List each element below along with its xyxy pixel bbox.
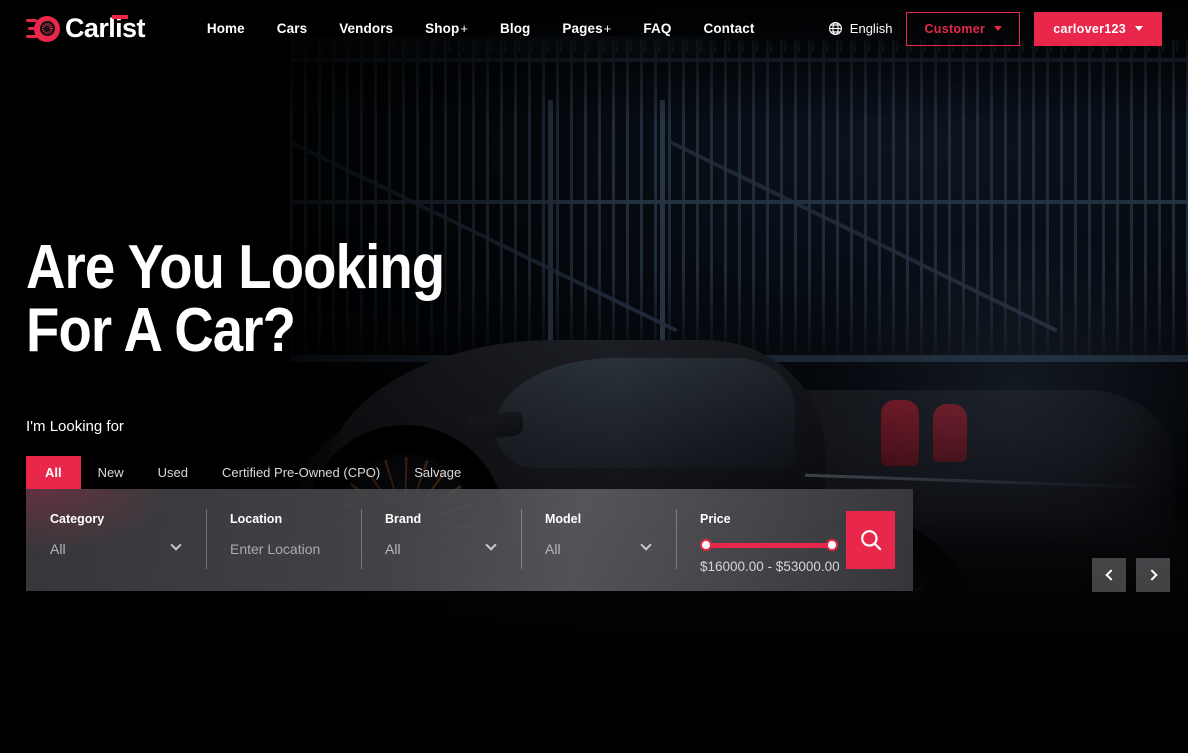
search-submit-button[interactable] bbox=[846, 511, 895, 569]
field-model: Model All bbox=[521, 489, 676, 591]
model-label: Model bbox=[545, 512, 582, 526]
user-account-button[interactable]: carlover123 bbox=[1034, 11, 1162, 46]
looking-for-label: I'm Looking for bbox=[26, 418, 124, 435]
tab-used[interactable]: Used bbox=[141, 456, 205, 489]
location-input[interactable]: Enter Location bbox=[230, 541, 361, 557]
brand-label: Brand bbox=[385, 512, 422, 526]
logo[interactable]: Carlist bbox=[26, 13, 145, 44]
user-account-label: carlover123 bbox=[1053, 21, 1126, 36]
nav-item-cars[interactable]: Cars bbox=[261, 21, 323, 36]
price-label: Price bbox=[700, 512, 731, 526]
field-price: Price $16000.00 - $53000.00 bbox=[676, 489, 846, 591]
site-header: Carlist Home Cars Vendors Shop+ Blog Pag… bbox=[0, 0, 1188, 57]
nav-item-home[interactable]: Home bbox=[191, 21, 261, 36]
location-label: Location bbox=[230, 512, 283, 526]
model-value[interactable]: All bbox=[545, 541, 676, 557]
search-icon bbox=[860, 530, 881, 551]
pages-expand-icon: + bbox=[603, 21, 612, 36]
caret-down-icon bbox=[1135, 26, 1143, 31]
price-slider-min-handle[interactable] bbox=[700, 539, 712, 551]
nav-item-vendors[interactable]: Vendors bbox=[323, 21, 409, 36]
logo-accent-bar bbox=[111, 15, 128, 19]
carousel-next-button[interactable] bbox=[1136, 558, 1170, 592]
page-stage: Carlist Home Cars Vendors Shop+ Blog Pag… bbox=[0, 0, 1188, 753]
field-brand: Brand All bbox=[361, 489, 521, 591]
customer-role-button[interactable]: Customer bbox=[906, 11, 1021, 46]
field-category: Category All bbox=[26, 489, 206, 591]
price-slider-max-handle[interactable] bbox=[826, 539, 838, 551]
search-panel: Category All Location Enter Location Bra… bbox=[26, 489, 913, 591]
nav-item-blog[interactable]: Blog bbox=[484, 21, 546, 36]
tab-all[interactable]: All bbox=[26, 456, 81, 489]
shop-expand-icon: + bbox=[460, 21, 469, 36]
tire-speed-icon bbox=[26, 15, 60, 43]
category-label: Category bbox=[50, 512, 105, 526]
hero-title: Are You Looking For A Car? bbox=[26, 233, 445, 366]
brand-value[interactable]: All bbox=[385, 541, 521, 557]
customer-role-label: Customer bbox=[924, 21, 986, 36]
field-location: Location Enter Location bbox=[206, 489, 361, 591]
hero-background-image bbox=[0, 0, 1188, 753]
nav-item-contact[interactable]: Contact bbox=[687, 21, 770, 36]
header-actions: English Customer carlover123 bbox=[828, 11, 1162, 46]
tab-salvage[interactable]: Salvage bbox=[397, 456, 478, 489]
nav-item-pages[interactable]: Pages+ bbox=[546, 21, 627, 36]
price-range-slider[interactable] bbox=[700, 539, 838, 551]
hero-carousel-nav bbox=[1092, 558, 1170, 592]
tab-certified-pre-owned[interactable]: Certified Pre-Owned (CPO) bbox=[205, 456, 397, 489]
language-switcher[interactable]: English bbox=[828, 21, 893, 36]
hero-content: Are You Looking For A Car? bbox=[26, 233, 546, 366]
nav-item-faq[interactable]: FAQ bbox=[627, 21, 687, 36]
carousel-prev-button[interactable] bbox=[1092, 558, 1126, 592]
logo-text: Carlist bbox=[65, 13, 145, 43]
chevron-left-icon bbox=[1104, 569, 1117, 581]
globe-icon bbox=[828, 22, 842, 35]
caret-down-icon bbox=[994, 26, 1003, 31]
language-label: English bbox=[849, 21, 893, 36]
main-navigation: Home Cars Vendors Shop+ Blog Pages+ FAQ … bbox=[191, 21, 771, 36]
condition-tabs: All New Used Certified Pre-Owned (CPO) S… bbox=[26, 456, 478, 489]
tab-new[interactable]: New bbox=[81, 456, 141, 489]
category-value[interactable]: All bbox=[50, 541, 206, 557]
chevron-right-icon bbox=[1145, 569, 1158, 581]
price-slider-track bbox=[700, 543, 838, 548]
price-range-text: $16000.00 - $53000.00 bbox=[700, 559, 840, 574]
nav-item-shop[interactable]: Shop+ bbox=[409, 21, 484, 36]
